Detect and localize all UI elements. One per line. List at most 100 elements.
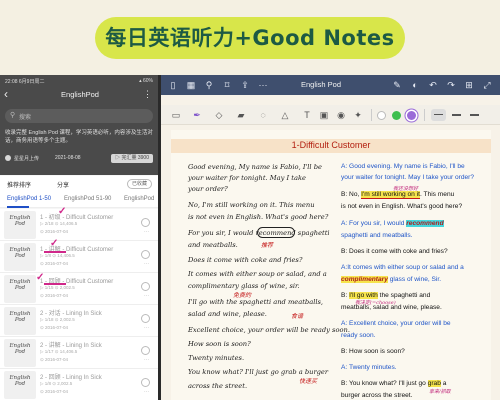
shape-icon[interactable]: △: [279, 109, 291, 121]
status-battery: ▴ 60%: [139, 78, 153, 84]
episode-title: 1 - 初级 - Difficult Customer: [40, 215, 114, 221]
note-page[interactable]: 1-Difficult Customer Good evening, My na…: [171, 130, 491, 400]
episode-thumbnail: English Pod: [4, 275, 36, 303]
back-arrow-icon[interactable]: ‹: [4, 87, 18, 101]
episode-thumbnail: English Pod: [4, 243, 36, 271]
thumbnails-icon[interactable]: ▭: [170, 109, 182, 121]
episode-date: ⊙ 2016-07-04: [40, 357, 69, 362]
sort-button[interactable]: 推荐排序: [7, 180, 31, 189]
handwritten-line: How soon is soon?: [188, 340, 251, 348]
transcript-line: B: No, I'm still working on it. This men…: [341, 191, 455, 199]
bookmark-icon[interactable]: ⌑: [221, 79, 233, 91]
transcript-line: burger across the street.: [341, 392, 413, 399]
handwritten-line: It comes with either soup or salad, and …: [188, 270, 327, 278]
color-green-swatch[interactable]: [392, 111, 401, 120]
episode-thumbnail: English Pod: [4, 339, 36, 367]
notes-app-panel: ▯ ▦ ⚲ ⌑ ⇪ ··· English Pod ✎ ◐ ↶ ↷ ⊞ ⤢ ▭ …: [161, 75, 500, 400]
more-icon[interactable]: ···: [144, 293, 149, 299]
transcript-line: B: Does it come with coke and fries?: [341, 248, 448, 255]
list-item[interactable]: English Pod 2 - 对话 - Lining In Sick ▷ 1/…: [0, 305, 158, 337]
episode-thumbnail: English Pod: [4, 307, 36, 335]
phone-app-panel: 22:08 6月9日周二 ▴ 60% ‹ EnglishPod ⋮ ⚲ 搜索 收…: [0, 75, 158, 400]
transcript-line: is not even in English. What's good here…: [341, 203, 463, 210]
handwritten-line: your waiter for tonight. May I take: [188, 174, 306, 182]
stroke-medium-button[interactable]: [449, 109, 464, 121]
play-icon[interactable]: [141, 314, 150, 323]
pen-tool-icon[interactable]: ✒: [191, 109, 203, 121]
share-icon[interactable]: ⇪: [239, 79, 251, 91]
read-mode-icon[interactable]: ◐: [409, 79, 421, 91]
play-icon[interactable]: [141, 378, 150, 387]
share-button[interactable]: 分享: [57, 180, 69, 189]
more-icon[interactable]: ···: [144, 325, 149, 331]
transcript-line: A: Twenty minutes.: [341, 364, 397, 371]
toolbar-separator: [424, 109, 425, 121]
list-item[interactable]: English Pod 1 - 讲解 - Difficult Customer …: [0, 239, 158, 273]
sort-row: 推荐排序 分享 已收藏: [0, 176, 158, 192]
highlighted-phrase: grab: [427, 380, 441, 387]
list-item[interactable]: English Pod 2 - 回顾 - Lining In Sick ▷ 1/…: [0, 369, 158, 400]
handwritten-line: complimentary glass of wine, sir.: [188, 282, 300, 290]
more-icon[interactable]: ···: [144, 229, 149, 235]
handwritten-line: is not even in English. What's good here…: [188, 213, 329, 221]
camera-icon[interactable]: ◉: [335, 109, 347, 121]
text-tool-icon[interactable]: T: [301, 109, 313, 121]
sidebar-icon[interactable]: ▯: [167, 79, 179, 91]
album-title: EnglishPod: [61, 90, 99, 99]
status-time: 22:08 6月9日周二: [5, 79, 45, 85]
eraser-icon[interactable]: ◇: [213, 109, 225, 121]
stroke-thick-button[interactable]: [467, 109, 482, 121]
more-icon[interactable]: ···: [144, 357, 149, 363]
tab-1-50[interactable]: EnglishPod 1-50: [7, 196, 51, 202]
transcript-line: your waiter for tonight. May I take your…: [341, 174, 475, 181]
redo-icon[interactable]: ↷: [445, 79, 457, 91]
undo-icon[interactable]: ↶: [427, 79, 439, 91]
color-white-swatch[interactable]: [377, 111, 386, 120]
image-icon[interactable]: ▣: [318, 109, 330, 121]
list-item[interactable]: English Pod 1 - 初级 - Difficult Customer …: [0, 206, 158, 241]
highlighter-icon[interactable]: ▰: [235, 109, 247, 121]
transcript-line: spaghetti and meatballs.: [341, 232, 413, 239]
transcript-line: ready soon.: [341, 332, 376, 339]
play-icon[interactable]: [141, 282, 150, 291]
highlighted-phrase: I'm still working on it: [361, 191, 420, 199]
subscribe-button[interactable]: 已收藏: [126, 179, 152, 189]
checkmark-icon: ✓: [58, 206, 67, 217]
expand-icon[interactable]: ⤢: [481, 79, 493, 91]
transcript-line: complimentary glass of wine, Sir.: [341, 276, 442, 283]
play-count-badge: ▷ 完汇量 3900: [111, 154, 153, 163]
play-icon[interactable]: [141, 346, 150, 355]
tab-51-90[interactable]: EnglishPod 51-90: [64, 196, 111, 202]
transcript-line: B: I'll go with the spaghetti and: [341, 292, 431, 299]
list-item[interactable]: English Pod 2 - 讲解 - Lining In Sick ▷ 1/…: [0, 337, 158, 369]
more-icon[interactable]: ···: [144, 389, 149, 395]
search-input[interactable]: ⚲ 搜索: [5, 109, 153, 123]
episode-title: 2 - 讲解 - Lining In Sick: [40, 343, 102, 349]
episode-stats: ▷ 1/17 ⊙ 14,406.5: [40, 349, 78, 354]
pink-underline: [44, 283, 66, 285]
highlighted-phrase: complimentary: [341, 276, 388, 283]
more-icon[interactable]: ···: [144, 261, 149, 267]
episode-title: 2 - 对话 - Lining In Sick: [40, 311, 102, 317]
add-page-icon[interactable]: ⊞: [463, 79, 475, 91]
stroke-thin-button[interactable]: [431, 109, 446, 121]
more-icon[interactable]: ···: [257, 79, 269, 91]
circled-word: [257, 227, 295, 238]
drawing-toolbar: ▭ ✒ ◇ ▰ ◌ △ T ▣ ◉ ✦: [161, 105, 500, 125]
grid-icon[interactable]: ▦: [185, 79, 197, 91]
play-icon[interactable]: [141, 218, 150, 227]
more-icon[interactable]: ⋮: [143, 89, 152, 99]
color-purple-swatch[interactable]: [407, 111, 416, 120]
episode-date: ⊙ 2016-07-04: [40, 389, 69, 394]
handwritten-line: your order?: [188, 185, 228, 193]
tab-more[interactable]: EnglishPod: [124, 196, 154, 202]
search-icon[interactable]: ⚲: [203, 79, 215, 91]
play-icon[interactable]: [141, 250, 150, 259]
episode-title: 2 - 回顾 - Lining In Sick: [40, 375, 102, 381]
transcript-line: B: You know what? I'll just go grab a: [341, 380, 447, 387]
transcript-line: A:It comes with either soup or salad and…: [341, 264, 464, 271]
laser-pointer-icon[interactable]: ✦: [352, 109, 364, 121]
list-item[interactable]: English Pod 1 - 回顾 - Difficult Customer …: [0, 273, 158, 305]
pen-mode-icon[interactable]: ✎: [391, 79, 403, 91]
lasso-icon[interactable]: ◌: [257, 109, 269, 121]
